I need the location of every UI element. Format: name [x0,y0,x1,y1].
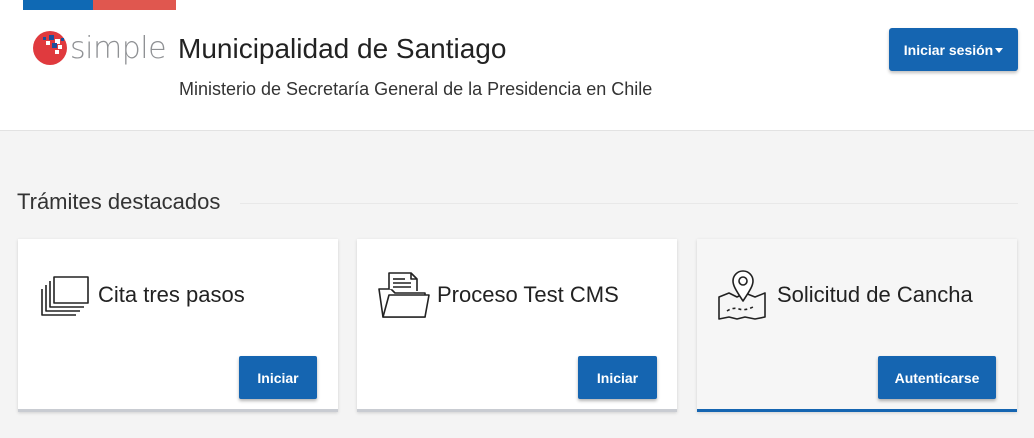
site-subtitle: Ministerio de Secretaría General de la P… [179,79,653,99]
card-title: Cita tres pasos [98,282,245,307]
login-button[interactable]: Iniciar sesión [889,28,1018,71]
iniciar-button[interactable]: Iniciar [578,356,657,399]
section-divider [240,203,1018,204]
card-title: Proceso Test CMS [437,282,619,307]
login-button-label: Iniciar sesión [903,41,994,58]
header: simple Municipalidad de Santiago Ministe… [0,0,1034,131]
tramite-card-proceso-test-cms: Proceso Test CMS Iniciar [357,239,677,412]
simple-logo[interactable]: simple [32,30,167,66]
iniciar-button[interactable]: Iniciar [239,356,317,399]
stacked-windows-icon [36,267,92,323]
autenticarse-button[interactable]: Autenticarse [878,356,996,399]
card-title: Solicitud de Cancha [777,282,973,307]
caret-down-icon [995,48,1004,53]
tramite-card-solicitud-de-cancha: Solicitud de Cancha Autenticarse [697,239,1017,412]
flag-blue-segment [23,0,93,10]
gov-flag-stripe [23,0,176,10]
folder-documents-icon [375,267,431,323]
flag-red-segment [93,0,176,10]
simple-logo-icon [32,30,68,66]
section-title: Trámites destacados [17,189,221,214]
map-pin-icon [715,267,771,323]
tramite-card-cita-tres-pasos: Cita tres pasos Iniciar [18,239,338,412]
logo-text: simple [70,30,167,66]
site-title: Municipalidad de Santiago [178,33,507,64]
